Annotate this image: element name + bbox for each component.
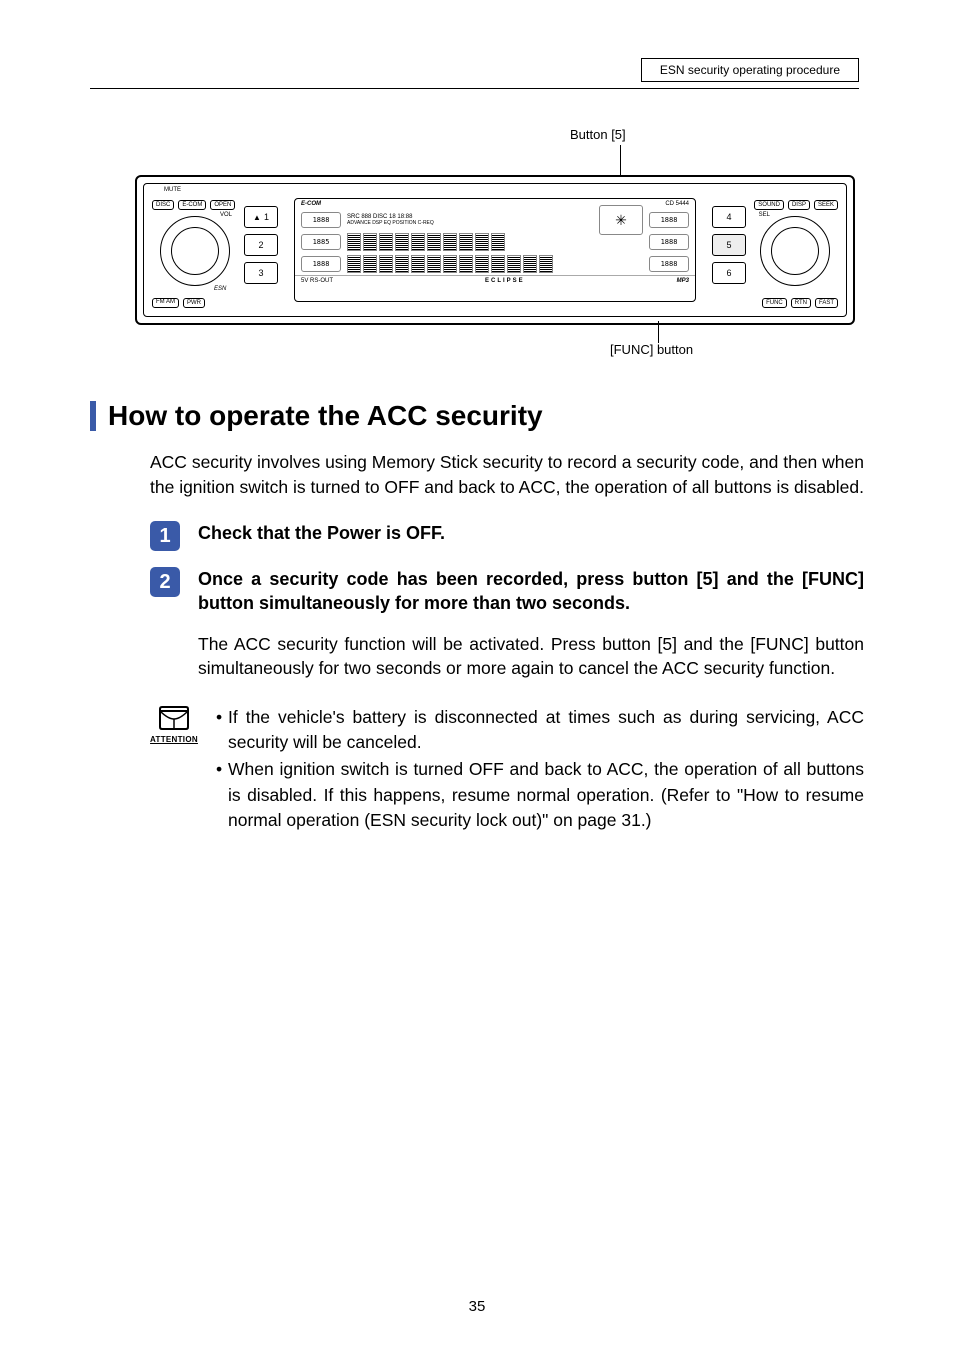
car-stereo-unit: MUTE DISC E-COM OPEN VOL ESN FM AM PWR ▲… <box>135 175 855 325</box>
seg-r3r: 1888 <box>649 256 689 272</box>
volume-knob[interactable] <box>160 216 230 286</box>
attention-bullet-2: When ignition switch is turned OFF and b… <box>228 757 864 833</box>
panel-eclipse: ECLIPSE <box>485 278 525 284</box>
right-preset-column: 4 5 6 <box>712 206 746 284</box>
seg-r2r: 1888 <box>649 234 689 250</box>
panel-rsout: 5V RS-OUT <box>301 278 333 284</box>
bottom-left-button-group: FM AM PWR <box>152 298 205 308</box>
disp-button[interactable]: DISP <box>788 200 810 210</box>
sound-button[interactable]: SOUND <box>754 200 784 210</box>
sel-label: SEL <box>759 212 770 218</box>
attention-icon: ATTENTION <box>150 705 198 744</box>
eject-icon: ▲ <box>253 213 261 222</box>
esn-label: ESN <box>214 286 226 292</box>
vol-label: VOL <box>220 212 232 218</box>
preset-4-button[interactable]: 4 <box>712 206 746 228</box>
preset-5-button[interactable]: 5 <box>712 234 746 256</box>
panel-mp3: MP3 <box>677 278 689 284</box>
left-preset-column: ▲ 1 2 3 <box>244 206 278 284</box>
attention-block: ATTENTION • If the vehicle's battery is … <box>150 705 864 836</box>
callout-line-bottom <box>658 321 659 343</box>
ecom-button[interactable]: E-COM <box>178 200 206 210</box>
seg-r1: 1888 <box>301 212 341 228</box>
step-1: 1 Check that the Power is OFF. <box>150 521 864 551</box>
step-2-title: Once a security code has been recorded, … <box>198 567 864 616</box>
heading-accent-bar <box>90 401 96 431</box>
step-2: 2 Once a security code has been recorded… <box>150 567 864 616</box>
spectrum-row-2 <box>347 255 643 273</box>
panel-brand: E-COM <box>301 201 321 207</box>
top-left-button-group: DISC E-COM OPEN <box>152 200 235 210</box>
fm-am-button[interactable]: FM AM <box>152 298 179 308</box>
seg-r3: 1888 <box>301 256 341 272</box>
preset-6-button[interactable]: 6 <box>712 262 746 284</box>
device-diagram: Button [5] MUTE DISC E-COM OPEN VOL ESN … <box>90 135 864 370</box>
disc-button[interactable]: DISC <box>152 200 174 210</box>
section-heading-row: How to operate the ACC security <box>90 400 864 432</box>
func-button[interactable]: FUNC <box>762 298 787 308</box>
attention-label: ATTENTION <box>150 735 198 744</box>
step-2-body: The ACC security function will be activa… <box>198 632 864 681</box>
attention-text: • If the vehicle's battery is disconnect… <box>216 705 864 836</box>
top-right-button-group: SOUND DISP SEEK <box>754 200 838 210</box>
device-inner-frame: MUTE DISC E-COM OPEN VOL ESN FM AM PWR ▲… <box>143 183 847 317</box>
seg-r2: 1885 <box>301 234 341 250</box>
header-section-label: ESN security operating procedure <box>641 58 859 82</box>
lcd-display: E-COM CD 5444 1888 SRC 888 DISC 18 18:88… <box>294 198 696 302</box>
page-number: 35 <box>0 1298 954 1315</box>
spectrum-row-1 <box>347 233 643 251</box>
callout-line-top <box>620 145 621 175</box>
section-heading: How to operate the ACC security <box>108 400 543 432</box>
bullet-icon: • <box>216 705 228 756</box>
seg-r1r: 1888 <box>649 212 689 228</box>
open-button[interactable]: OPEN <box>210 200 235 210</box>
preset-1-button[interactable]: ▲ 1 <box>244 206 278 228</box>
select-knob[interactable] <box>760 216 830 286</box>
preset-2-button[interactable]: 2 <box>244 234 278 256</box>
step-number-badge: 2 <box>150 567 180 597</box>
intro-paragraph: ACC security involves using Memory Stick… <box>150 450 864 499</box>
callout-button-5: Button [5] <box>570 127 626 142</box>
track-icon: ✳ <box>599 205 643 235</box>
panel-indicators: SRC 888 DISC 18 18:88 ADVANCE DSP EQ POS… <box>347 214 593 226</box>
pwr-button[interactable]: PWR <box>183 298 205 308</box>
preset-3-button[interactable]: 3 <box>244 262 278 284</box>
mute-label: MUTE <box>164 187 181 193</box>
header-rule <box>90 88 859 89</box>
seek-button[interactable]: SEEK <box>814 200 838 210</box>
step-1-title: Check that the Power is OFF. <box>198 521 864 545</box>
rtn-button[interactable]: RTN <box>791 298 811 308</box>
attention-bullet-1: If the vehicle's battery is disconnected… <box>228 705 864 756</box>
fast-button[interactable]: FAST <box>815 298 838 308</box>
step-number-badge: 1 <box>150 521 180 551</box>
bullet-icon: • <box>216 757 228 833</box>
panel-model: CD 5444 <box>665 201 689 207</box>
bottom-right-button-group: FUNC RTN FAST <box>762 298 838 308</box>
callout-func-button: [FUNC] button <box>610 342 693 357</box>
